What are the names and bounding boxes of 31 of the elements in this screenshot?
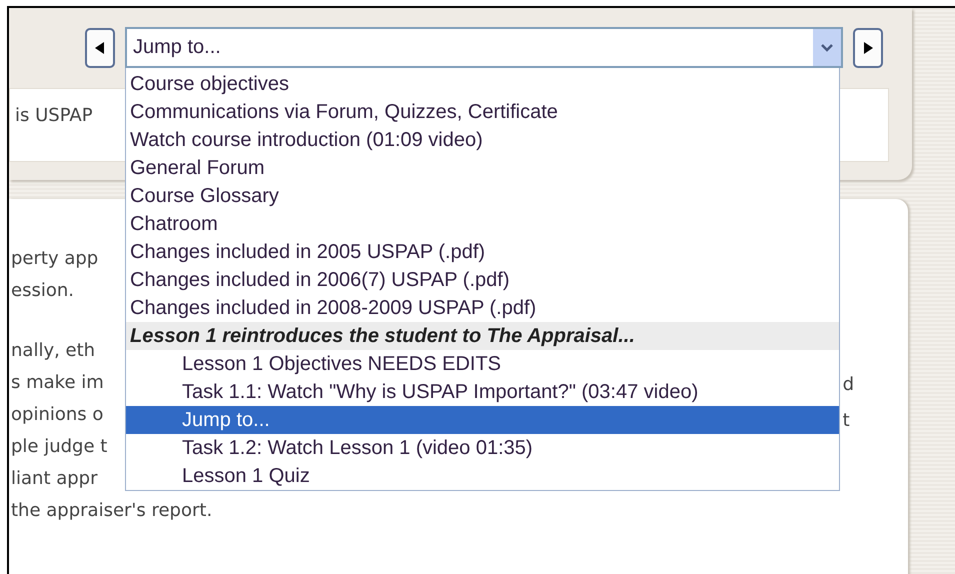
- dropdown-option[interactable]: General Forum: [126, 154, 839, 182]
- dropdown-option[interactable]: Lesson 1 Objectives NEEDS EDITS: [126, 350, 839, 378]
- body-text-line: the appraiser's report.: [11, 500, 212, 521]
- dropdown-option[interactable]: Course Glossary: [126, 182, 839, 210]
- dropdown-option[interactable]: Task 1.1: Watch "Why is USPAP Important?" (03:47 video): [126, 378, 839, 406]
- body-text-fragment: d: [842, 373, 854, 397]
- body-text-line: ple judge t: [11, 436, 108, 457]
- jump-select[interactable]: Jump to...: [125, 27, 843, 68]
- body-text-fragment: t: [842, 409, 851, 433]
- body-text-line: s make im: [11, 372, 104, 393]
- dropdown-option[interactable]: Course objectives: [126, 70, 839, 98]
- dropdown-option[interactable]: Watch course introduction (01:09 video): [126, 126, 839, 154]
- dropdown-option[interactable]: Changes included in 2008-2009 USPAP (.pdf): [126, 294, 839, 322]
- dropdown-option[interactable]: Changes included in 2006(7) USPAP (.pdf): [126, 266, 839, 294]
- dropdown-option[interactable]: Communications via Forum, Quizzes, Certificate: [126, 98, 839, 126]
- body-text-line: liant appr: [11, 468, 98, 489]
- body-text-line: perty app: [11, 248, 98, 269]
- option-group-label: Lesson 1 reintroduces the student to The Appraisal...: [126, 322, 839, 350]
- previous-button[interactable]: [85, 28, 115, 68]
- dropdown-option[interactable]: Changes included in 2005 USPAP (.pdf): [126, 238, 839, 266]
- dropdown-option[interactable]: Jump to...: [126, 406, 839, 434]
- body-text-line: ession.: [11, 280, 74, 301]
- next-button[interactable]: [853, 28, 883, 68]
- left-triangle-icon: [95, 42, 105, 54]
- body-text-line: opinions o: [11, 404, 104, 425]
- dropdown-option[interactable]: Lesson 1 Quiz: [126, 462, 839, 490]
- summary-text: is USPAP: [14, 105, 93, 126]
- right-triangle-icon: [863, 42, 873, 54]
- body-text-line: nally, eth: [11, 340, 96, 361]
- dropdown-option[interactable]: Task 1.2: Watch Lesson 1 (video 01:35): [126, 434, 839, 462]
- dropdown-option[interactable]: Chatroom: [126, 210, 839, 238]
